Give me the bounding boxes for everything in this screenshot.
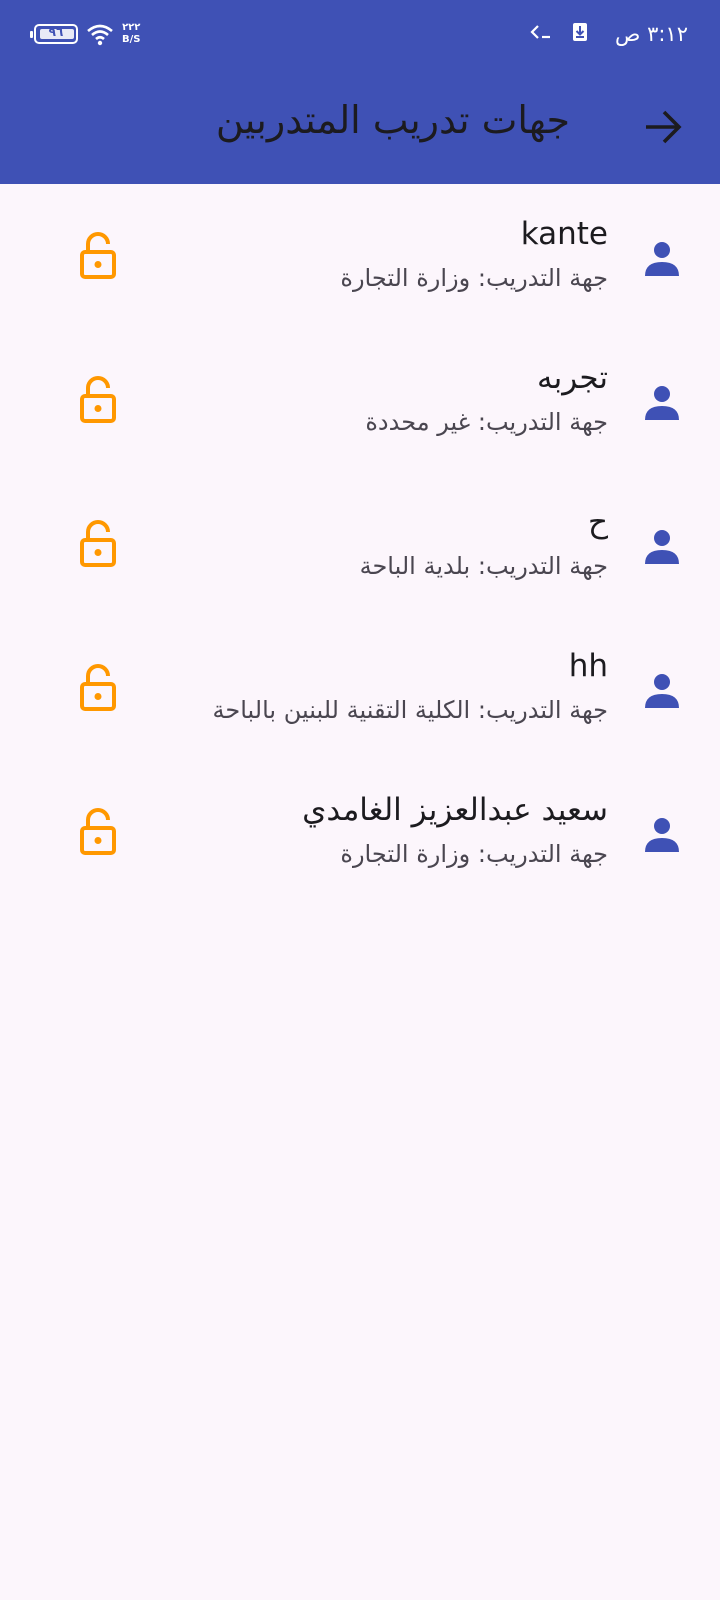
lock-open-icon[interactable] (78, 520, 118, 568)
list-item[interactable]: ح جهة التدريب: بلدية الباحة (0, 472, 720, 616)
download-icon (573, 23, 587, 41)
list-item[interactable]: kante جهة التدريب: وزارة التجارة (0, 184, 720, 328)
arrow-right-icon[interactable] (642, 106, 684, 148)
person-icon (645, 242, 679, 276)
list-item[interactable]: تجربه جهة التدريب: غير محددة (0, 328, 720, 472)
training-entity: جهة التدريب: وزارة التجارة (340, 840, 608, 868)
person-icon (645, 386, 679, 420)
lock-open-icon[interactable] (78, 808, 118, 856)
terminal-icon (530, 25, 550, 39)
trainee-name: سعيد عبدالعزيز الغامدي (302, 792, 608, 828)
network-speed-unit: B/S (122, 34, 141, 45)
trainee-name: تجربه (537, 360, 608, 396)
person-icon (645, 818, 679, 852)
training-entity: جهة التدريب: بلدية الباحة (359, 552, 608, 580)
status-icons (530, 22, 588, 42)
network-speed-value: ٢٢٢ (122, 22, 141, 33)
trainee-list: kante جهة التدريب: وزارة التجارة تجربه ج… (0, 184, 720, 904)
lock-open-icon[interactable] (78, 376, 118, 424)
battery-icon: ٩٦ (30, 24, 78, 44)
lock-open-icon[interactable] (78, 232, 118, 280)
lock-open-icon[interactable] (78, 664, 118, 712)
list-item[interactable]: hh جهة التدريب: الكلية التقنية للبنين با… (0, 616, 720, 760)
trainee-name: hh (568, 648, 608, 684)
training-entity: جهة التدريب: غير محددة (365, 408, 608, 436)
app-bar: ٣:١٢ ص ٩٦ ٢٢٢ B/S جهات تدريب المتدربين (0, 0, 720, 184)
network-speed: ٢٢٢ B/S (122, 22, 140, 46)
trainee-name: kante (520, 216, 608, 252)
list-item[interactable]: سعيد عبدالعزيز الغامدي جهة التدريب: وزار… (0, 760, 720, 904)
person-icon (645, 674, 679, 708)
page-title: جهات تدريب المتدربين (215, 98, 570, 142)
status-time: ٣:١٢ ص (615, 22, 688, 46)
trainee-name: ح (587, 504, 608, 540)
wifi-icon (87, 24, 113, 46)
person-icon (645, 530, 679, 564)
battery-level: ٩٦ (48, 25, 64, 39)
training-entity: جهة التدريب: الكلية التقنية للبنين بالبا… (212, 696, 608, 724)
training-entity: جهة التدريب: وزارة التجارة (340, 264, 608, 292)
